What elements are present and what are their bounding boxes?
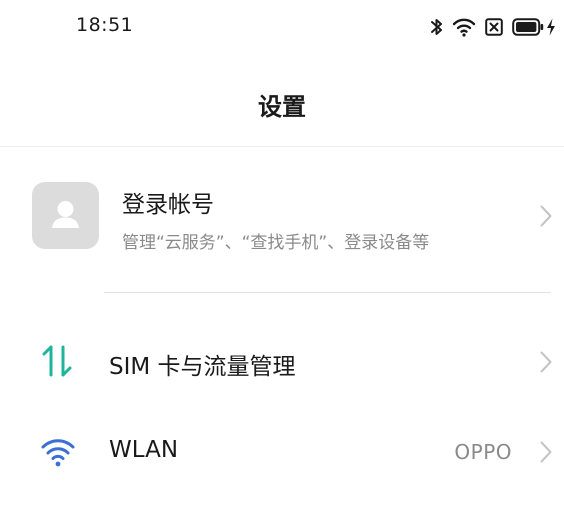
wifi-icon <box>40 434 76 470</box>
account-title: 登录帐号 <box>122 192 214 218</box>
avatar <box>32 182 99 249</box>
data-transfer-icon <box>40 343 76 379</box>
status-bar: 18:51 <box>0 0 564 54</box>
charging-icon <box>546 18 556 36</box>
wlan-row[interactable]: WLAN OPPO <box>0 406 564 496</box>
sim-data-row[interactable]: SIM 卡与流量管理 <box>0 316 564 406</box>
sim-data-label: SIM 卡与流量管理 <box>109 354 296 380</box>
no-sim-icon <box>485 18 503 36</box>
page-title: 设置 <box>258 93 306 121</box>
wlan-network-name: OPPO <box>454 440 512 464</box>
status-icons <box>431 15 556 39</box>
page-header: 设置 <box>0 54 564 147</box>
battery-icon <box>512 18 556 36</box>
status-time: 18:51 <box>76 14 134 36</box>
settings-screen: 18:51 设置 登录帐号 管理“云服务”、“查找手机”、登录设备等 SIM 卡… <box>0 0 564 521</box>
account-login-row[interactable]: 登录帐号 管理“云服务”、“查找手机”、登录设备等 <box>0 147 564 293</box>
chevron-right-icon <box>540 205 552 227</box>
chevron-right-icon <box>540 441 552 463</box>
bluetooth-icon <box>431 17 443 37</box>
person-icon <box>32 201 99 253</box>
wifi-icon <box>452 17 476 37</box>
chevron-right-icon <box>540 351 552 373</box>
account-subtitle: 管理“云服务”、“查找手机”、登录设备等 <box>122 233 430 253</box>
divider <box>104 292 551 293</box>
wlan-label: WLAN <box>109 437 179 463</box>
